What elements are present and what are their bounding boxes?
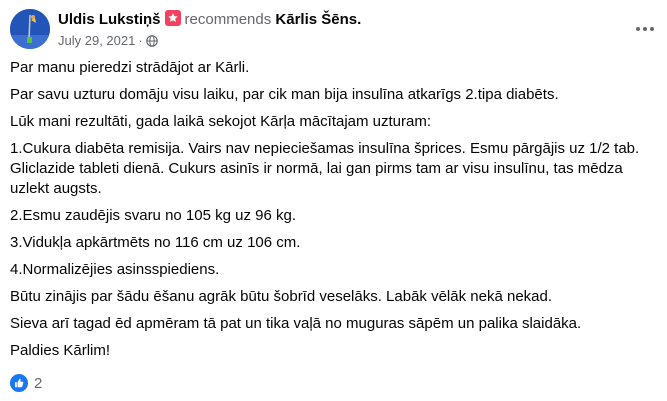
post-subline: July 29, 2021 · <box>58 33 361 49</box>
recommends-text: recommends <box>184 11 272 28</box>
post-body: Par manu pieredzi strādājot ar Kārli. Pa… <box>10 58 655 368</box>
recommend-badge-icon <box>164 10 181 26</box>
post-paragraph: Par savu uzturu domāju visu laiku, par c… <box>10 86 559 103</box>
post-meta: Uldis Lukstiņš recommends Kārlis Šēns. Ju… <box>58 10 361 49</box>
like-icon <box>10 374 28 392</box>
post-paragraph: Lūk mani rezultāti, gada laikā sekojot K… <box>10 113 432 130</box>
post-paragraph: 1.Cukura diabēta remisija. Vairs nav nep… <box>10 140 640 197</box>
post-paragraph: 2.Esmu zaudējis svaru no 105 kg uz 96 kg… <box>10 207 296 224</box>
more-options-icon[interactable] <box>633 17 657 41</box>
globe-icon[interactable] <box>145 35 158 47</box>
post-paragraph: Par manu pieredzi strādājot ar Kārli. <box>10 59 250 76</box>
post-date[interactable]: July 29, 2021 <box>58 33 135 48</box>
reactions-summary[interactable]: 2 <box>10 373 42 393</box>
post-paragraph: Sieva arī tagad ēd apmēram tā pat un tik… <box>10 315 582 332</box>
post-paragraph: 4.Normalizējies asinsspiediens. <box>10 261 220 278</box>
author-avatar[interactable] <box>10 9 50 49</box>
recommended-page-name[interactable]: Kārlis Šēns. <box>275 11 361 28</box>
post-header: Uldis Lukstiņš recommends Kārlis Šēns. Ju… <box>10 9 657 49</box>
post-paragraph: Paldies Kārlim! <box>10 342 111 359</box>
author-name[interactable]: Uldis Lukstiņš <box>58 11 161 28</box>
recommendation-post: Uldis Lukstiņš recommends Kārlis Šēns. Ju… <box>0 0 667 401</box>
reaction-count: 2 <box>34 374 43 392</box>
post-paragraph: 3.Vidukļa apkārtmēts no 116 cm uz 106 cm… <box>10 234 301 251</box>
post-paragraph: Būtu zinājis par šādu ēšanu agrāk būtu š… <box>10 288 553 305</box>
separator-dot: · <box>138 33 143 48</box>
header-line: Uldis Lukstiņš recommends Kārlis Šēns. <box>58 10 361 29</box>
